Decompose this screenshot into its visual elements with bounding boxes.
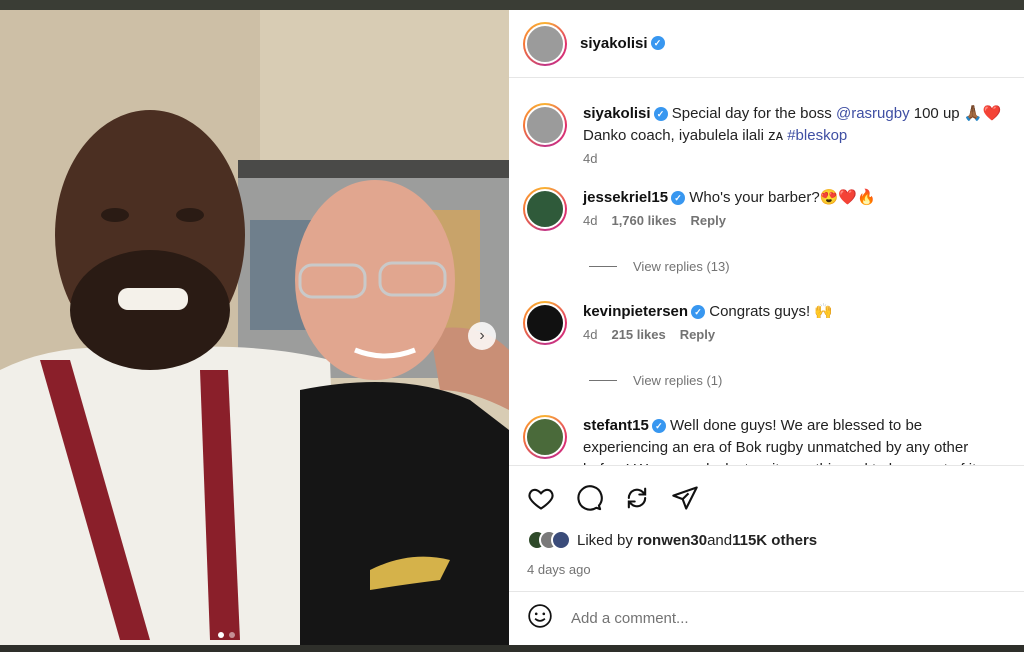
likes-user-link[interactable]: ronwen30 [637, 532, 707, 549]
commenter-username[interactable]: kevinpietersen [583, 303, 688, 320]
likes-prefix: Liked by [577, 531, 633, 549]
reply-button[interactable]: Reply [680, 327, 715, 342]
verified-badge-icon: ✓ [691, 305, 706, 320]
post-header: siyakolisi ✓ [509, 10, 1024, 78]
author-avatar[interactable] [523, 103, 567, 147]
comment-row: stefant15 ✓ Well done guys! We are blesse… [523, 415, 1010, 465]
liker-avatars [527, 530, 571, 550]
comments-list[interactable]: siyakolisi ✓ Special day for the boss @ra… [509, 79, 1024, 465]
comment-text: Who's your barber?😍❤️🔥 [689, 189, 876, 206]
verified-badge-icon: ✓ [651, 419, 666, 434]
likes-summary: Liked by ronwen30 and 115K others [527, 530, 817, 550]
verified-badge-icon: ✓ [653, 107, 668, 122]
view-replies-label: View replies (1) [633, 373, 723, 388]
verified-badge-icon: ✓ [650, 36, 665, 51]
comment-age: 4d [583, 213, 598, 228]
caption-text: siyakolisi ✓ Special day for the boss @ra… [583, 103, 1010, 147]
caption-age: 4d [583, 151, 598, 166]
commenter-username[interactable]: stefant15 [583, 417, 649, 434]
carousel-dots [218, 632, 235, 638]
caption-row: siyakolisi ✓ Special day for the boss @ra… [523, 103, 1010, 166]
background-strip-top [0, 0, 1024, 10]
carousel-dot [218, 632, 224, 638]
author-username[interactable]: siyakolisi [580, 35, 648, 52]
likes-mid: and [707, 531, 733, 549]
post-date: 4 days ago [527, 562, 591, 577]
verified-badge-icon: ✓ [671, 191, 686, 206]
commenter-avatar[interactable] [523, 415, 567, 459]
likes-count-link[interactable]: 115K others [732, 532, 817, 549]
comment-row: jessekriel15 ✓ Who's your barber?😍❤️🔥 4d … [523, 187, 1010, 231]
background-strip-bottom [0, 645, 1024, 652]
caption-mention-link[interactable]: @rasrugby [836, 105, 910, 122]
reply-button[interactable]: Reply [691, 213, 726, 228]
view-replies-label: View replies (13) [633, 259, 730, 274]
commenter-avatar[interactable] [523, 301, 567, 345]
post-photo[interactable]: › [0, 10, 509, 645]
view-replies-button[interactable]: View replies (1) [589, 373, 722, 388]
heart-icon[interactable] [527, 484, 555, 512]
comment-age: 4d [583, 327, 598, 342]
share-icon[interactable] [671, 484, 699, 512]
view-replies-button[interactable]: View replies (13) [589, 259, 730, 274]
comment-icon[interactable] [575, 484, 603, 512]
caption-hashtag-link[interactable]: #bleskop [787, 127, 847, 144]
emoji-icon[interactable] [527, 603, 553, 634]
add-comment-input[interactable] [571, 610, 971, 627]
commenter-avatar[interactable] [523, 187, 567, 231]
post-actions: Liked by ronwen30 and 115K others 4 days… [509, 465, 1024, 591]
chevron-right-icon: › [479, 327, 485, 344]
comment-likes[interactable]: 215 likes [611, 327, 665, 342]
post-panel: siyakolisi ✓ siyakolisi ✓ Special day for … [509, 10, 1024, 645]
caption-prefix: Special day for the boss [671, 105, 836, 122]
comment-likes[interactable]: 1,760 likes [611, 213, 676, 228]
next-photo-button[interactable]: › [468, 322, 496, 350]
photo-illustration [0, 10, 509, 645]
comment-text: Congrats guys! 🙌 [709, 303, 833, 320]
carousel-dot [229, 632, 235, 638]
commenter-username[interactable]: jessekriel15 [583, 189, 668, 206]
author-avatar[interactable] [523, 21, 567, 66]
caption-username[interactable]: siyakolisi [583, 105, 651, 122]
repost-icon[interactable] [623, 484, 651, 512]
comment-row: kevinpietersen ✓ Congrats guys! 🙌 4d 215 … [523, 301, 1010, 345]
add-comment-bar [509, 591, 1024, 645]
